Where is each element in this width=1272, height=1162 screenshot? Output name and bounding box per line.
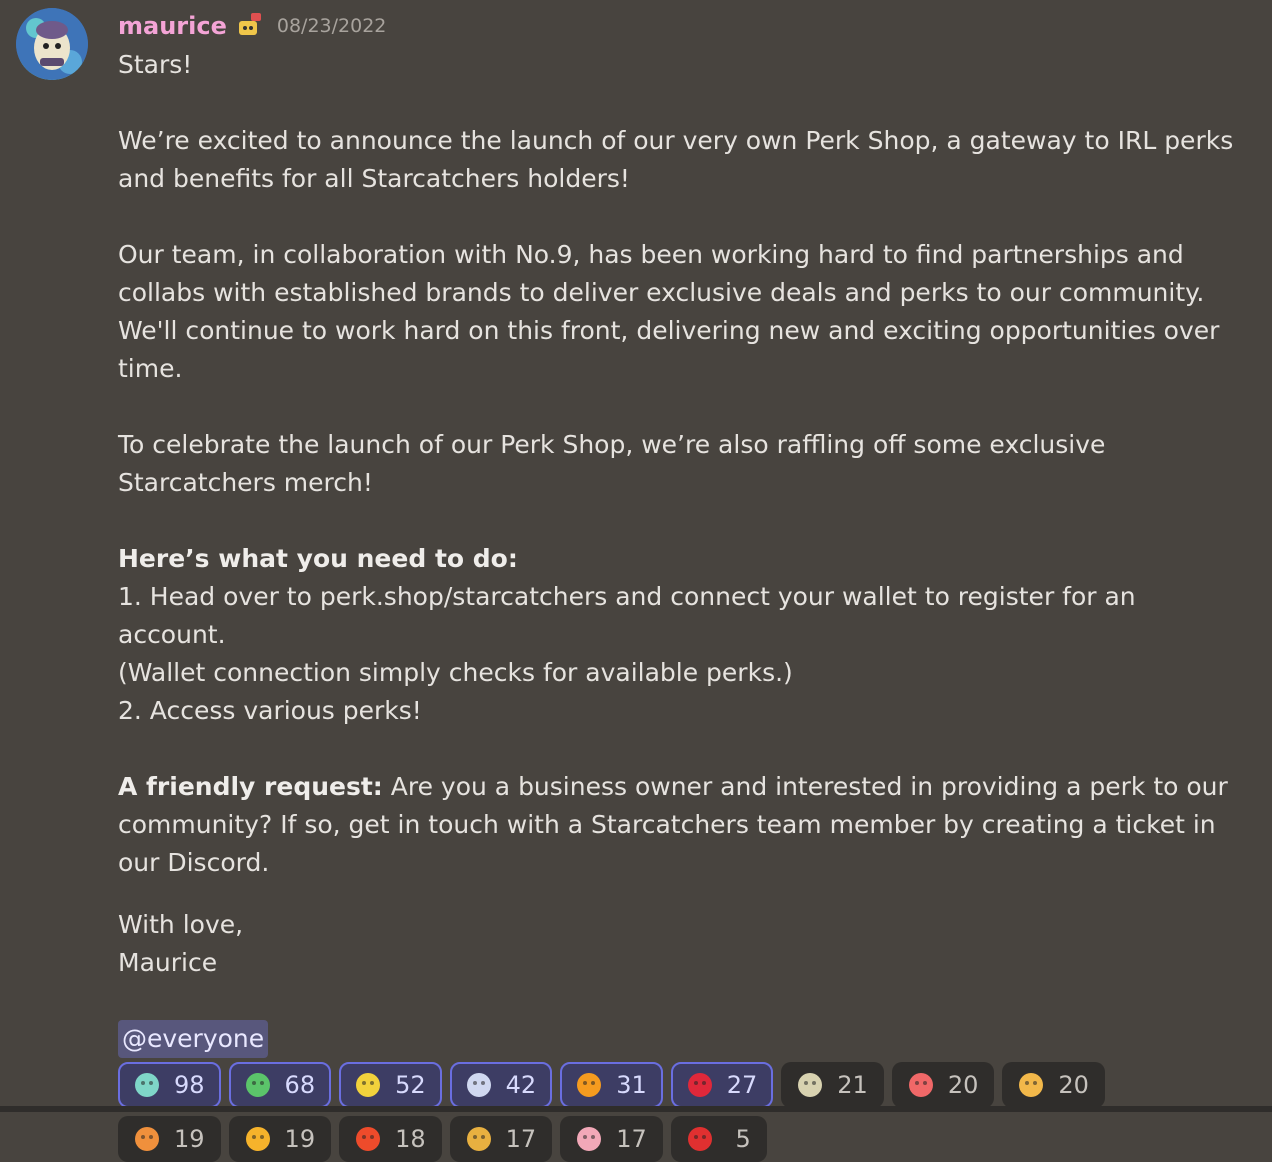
reaction-count: 17	[505, 1125, 537, 1153]
reaction-wgmi[interactable]: 98	[118, 1062, 221, 1108]
paragraph-raffle: To celebrate the launch of our Perk Shop…	[118, 430, 1106, 497]
reaction-star-face[interactable]: 19	[118, 1116, 221, 1162]
reaction-count: 42	[505, 1071, 537, 1099]
reaction-star[interactable]: 19	[228, 1116, 332, 1162]
canada-flag-icon	[685, 1124, 715, 1154]
step-1: 1. Head over to perk.shop/starcatchers a…	[118, 582, 1136, 649]
reaction-landscape[interactable]: 20	[1002, 1062, 1105, 1108]
reaction-tree[interactable]: 21	[781, 1062, 884, 1108]
reaction-count: 20	[947, 1071, 979, 1099]
flower-icon	[353, 1070, 383, 1100]
reaction-heart[interactable]: 27	[670, 1062, 774, 1108]
reaction-fire[interactable]: 31	[560, 1062, 663, 1108]
message-body: Stars! We’re excited to announce the lau…	[118, 46, 1248, 1058]
reaction-count: 18	[395, 1125, 426, 1153]
reaction-sunglasses[interactable]: 20	[891, 1062, 995, 1108]
request-label: A friendly request:	[118, 772, 383, 801]
rocket-icon	[464, 1070, 494, 1100]
everyone-mention[interactable]: @everyone	[118, 1020, 269, 1058]
role-badge-icon[interactable]	[235, 11, 265, 41]
avatar[interactable]	[16, 8, 88, 80]
character-2-icon	[464, 1124, 494, 1154]
paragraph-announcement: We’re excited to announce the launch of …	[118, 126, 1234, 193]
sparkle-icon	[574, 1124, 604, 1154]
message-content: maurice 08/23/2022 Stars! We’re excited …	[118, 0, 1248, 1162]
reaction-count: 19	[174, 1125, 205, 1153]
reaction-count: 31	[616, 1071, 647, 1099]
tree-icon	[795, 1070, 825, 1100]
message: maurice 08/23/2022 Stars! We’re excited …	[0, 0, 1272, 1162]
reaction-count: 17	[616, 1125, 647, 1153]
reaction-count: 21	[837, 1071, 868, 1099]
bottom-divider	[0, 1106, 1272, 1112]
signoff-line-2: Maurice	[118, 948, 218, 977]
reaction-character[interactable]: 68	[228, 1062, 332, 1108]
reaction-count: 27	[726, 1071, 758, 1099]
reaction-count: 20	[1058, 1071, 1089, 1099]
step-2: 2. Access various perks!	[118, 696, 422, 725]
reaction-character-2[interactable]: 17	[449, 1116, 553, 1162]
reaction-sparkle[interactable]: 17	[560, 1116, 663, 1162]
reaction-rocket[interactable]: 42	[449, 1062, 553, 1108]
reaction-count: 5	[735, 1125, 751, 1153]
star-icon	[243, 1124, 273, 1154]
reaction-count: 68	[284, 1071, 316, 1099]
todo-heading: Here’s what you need to do:	[118, 544, 518, 573]
avatar-image	[16, 8, 88, 80]
reaction-canada-flag[interactable]: 5	[670, 1116, 767, 1162]
fire-icon	[574, 1070, 604, 1100]
star-face-icon	[132, 1124, 162, 1154]
greeting: Stars!	[118, 50, 193, 79]
landscape-icon	[1016, 1070, 1046, 1100]
reaction-fire-heart[interactable]: 18	[339, 1116, 442, 1162]
fire-heart-icon	[353, 1124, 383, 1154]
reaction-count: 52	[395, 1071, 426, 1099]
sunglasses-icon	[906, 1070, 936, 1100]
paragraph-partnerships: Our team, in collaboration with No.9, ha…	[118, 240, 1220, 383]
reaction-count: 98	[174, 1071, 205, 1099]
friendly-request: A friendly request: Are you a business o…	[118, 768, 1248, 882]
timestamp[interactable]: 08/23/2022	[277, 15, 387, 37]
heart-icon	[685, 1070, 715, 1100]
username[interactable]: maurice	[118, 12, 227, 40]
step-1-note: (Wallet connection simply checks for ava…	[118, 658, 793, 687]
reaction-count: 19	[284, 1125, 316, 1153]
message-header: maurice 08/23/2022	[118, 0, 1248, 52]
signoff-line-1: With love,	[118, 910, 244, 939]
wgmi-icon	[132, 1070, 162, 1100]
character-icon	[243, 1070, 273, 1100]
reactions-bar: 98 68 52 42 31 27 21 20 20 19 19 18 17 17 5	[118, 1062, 1178, 1162]
reaction-flower[interactable]: 52	[339, 1062, 442, 1108]
